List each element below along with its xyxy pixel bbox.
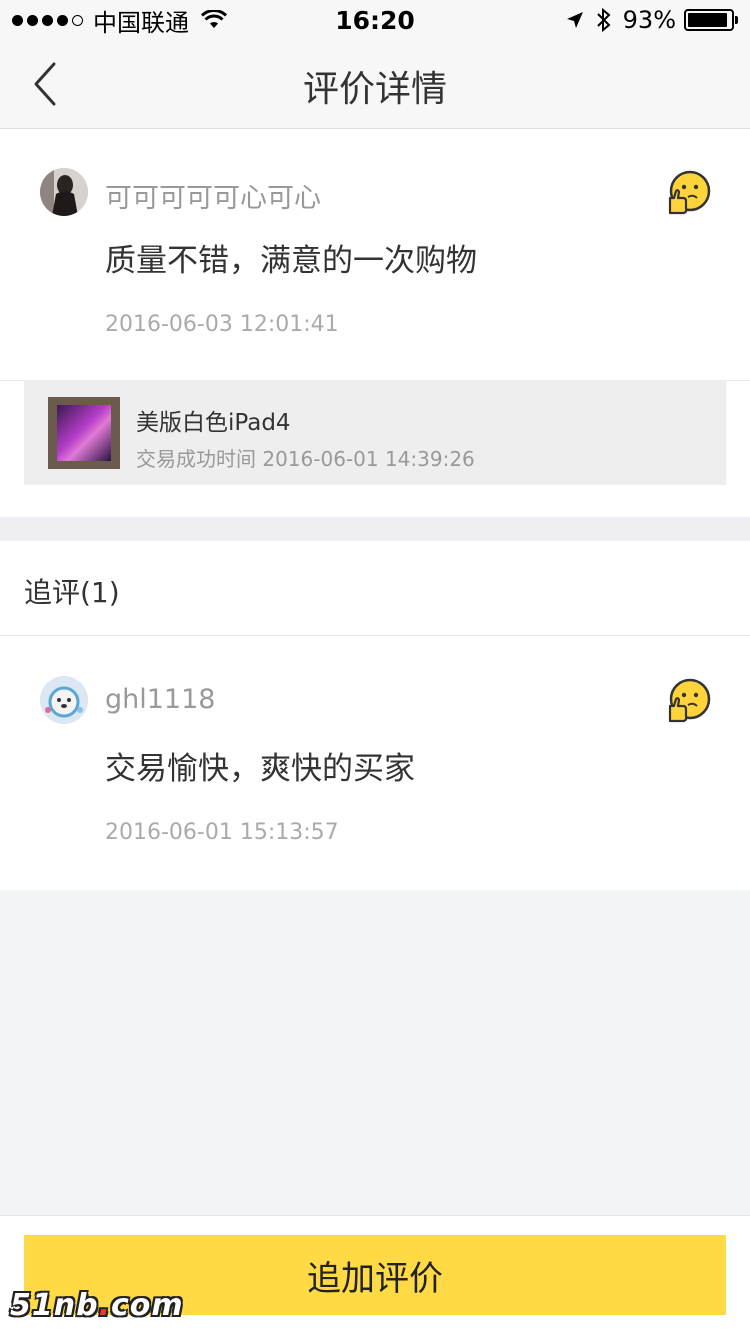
follow-up-comment: 交易愉快，爽快的买家: [105, 751, 415, 787]
follow-up-username: ghl1118: [105, 684, 216, 715]
avatar-image: [40, 676, 88, 724]
review-card: 可可可可可心可心 质量不错，满意的一次购物 2016-06-03 12:01:4…: [0, 129, 750, 380]
follow-up-card: ghl1118 交易愉快，爽快的买家 2016-06-01 15:13:57: [0, 636, 750, 890]
product-card[interactable]: 美版白色iPad4 交易成功时间 2016-06-01 14:39:26: [24, 381, 726, 485]
status-right: 93%: [565, 6, 738, 34]
page-title: 评价详情: [302, 69, 447, 110]
nav-bar: 评价详情: [0, 40, 750, 129]
follow-up-label: 追评(1): [24, 576, 120, 609]
product-screen: [57, 405, 111, 461]
avatar-image: [40, 168, 88, 216]
product-title: 美版白色iPad4: [136, 410, 291, 436]
review-comment: 质量不错，满意的一次购物: [105, 243, 477, 279]
section-divider: [0, 517, 750, 541]
product-thumbnail: [48, 397, 120, 469]
follow-up-header: 追评(1): [0, 541, 750, 636]
follow-up-time: 2016-06-01 15:13:57: [105, 820, 339, 845]
watermark-logo: 51nb.com: [10, 1288, 184, 1323]
review-username: 可可可可可心可心: [105, 183, 321, 214]
battery-nub: [735, 16, 738, 24]
battery-fill: [688, 13, 727, 27]
avatar[interactable]: [40, 168, 88, 216]
battery-icon: [684, 9, 734, 31]
thumbs-up-face-emoji-icon: [668, 170, 711, 215]
watermark-text-b: com: [111, 1288, 184, 1323]
battery-percent: 93%: [622, 6, 676, 34]
location-arrow-icon: [566, 12, 583, 28]
review-time: 2016-06-03 12:01:41: [105, 312, 339, 337]
product-trade-time: 交易成功时间 2016-06-01 14:39:26: [136, 447, 475, 471]
bluetooth-icon: [596, 7, 611, 33]
thumbs-up-face-emoji-icon: [668, 678, 711, 723]
avatar[interactable]: [40, 676, 88, 724]
watermark-text-a: 51nb: [10, 1288, 99, 1323]
watermark-dot: .: [98, 1288, 111, 1323]
status-bar: 中国联通 16:20 93%: [0, 0, 750, 40]
